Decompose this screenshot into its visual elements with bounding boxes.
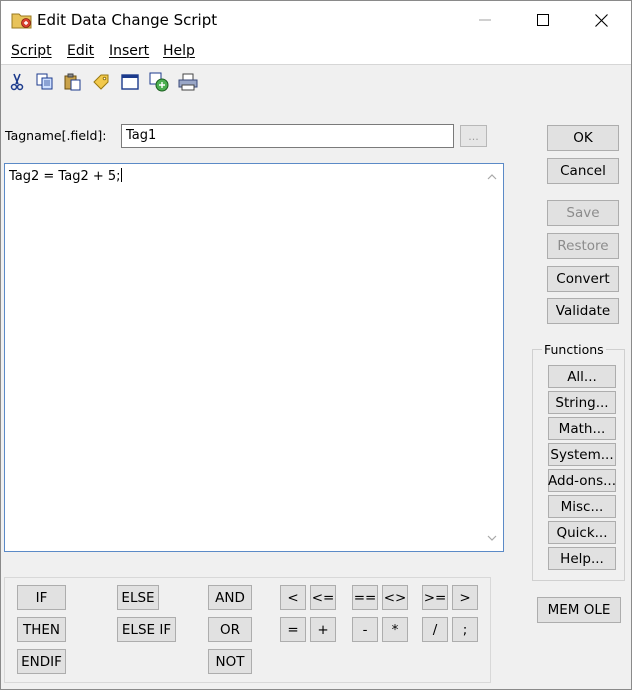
functions-addons-button[interactable]: Add-ons... (548, 469, 616, 492)
copy-button[interactable] (34, 71, 56, 93)
convert-tool-button[interactable] (148, 71, 170, 93)
keyword-then-button[interactable]: THEN (17, 617, 66, 642)
operator-ge-button[interactable]: >= (422, 585, 448, 610)
scroll-up-icon[interactable] (487, 172, 497, 182)
text-caret (120, 168, 122, 182)
scroll-down-icon[interactable] (487, 533, 497, 543)
paste-button[interactable] (62, 71, 84, 93)
mem-ole-button[interactable]: MEM OLE (537, 597, 621, 623)
edit-data-change-script-window: Edit Data Change Script Script Edit Inse… (0, 0, 632, 690)
close-button[interactable] (572, 1, 630, 39)
script-folder-icon (11, 13, 32, 29)
print-icon (178, 73, 198, 91)
cut-icon (10, 73, 24, 91)
save-button[interactable]: Save (547, 200, 619, 226)
maximize-button[interactable] (514, 1, 572, 39)
script-editor[interactable]: Tag2 = Tag2 + 5; (4, 163, 504, 552)
functions-system-button[interactable]: System... (548, 443, 616, 466)
close-icon (594, 13, 608, 27)
operator-semicolon-button[interactable]: ; (452, 617, 478, 642)
functions-all-button[interactable]: All... (548, 365, 616, 388)
operator-lt-button[interactable]: < (280, 585, 306, 610)
operator-le-button[interactable]: <= (310, 585, 336, 610)
functions-math-button[interactable]: Math... (548, 417, 616, 440)
keyword-and-button[interactable]: AND (208, 585, 252, 610)
paste-icon (64, 73, 81, 91)
operator-divide-button[interactable]: / (422, 617, 448, 642)
cut-button[interactable] (6, 71, 28, 93)
menu-bar: Script Edit Insert Help (1, 39, 631, 65)
window-icon (121, 74, 139, 90)
menu-help[interactable]: Help (163, 43, 195, 59)
tagname-input[interactable]: Tag1 (121, 124, 454, 148)
convert-icon (149, 72, 169, 92)
operator-plus-button[interactable]: + (310, 617, 336, 642)
operator-minus-button[interactable]: - (352, 617, 378, 642)
menu-script[interactable]: Script (11, 43, 52, 59)
window-title: Edit Data Change Script (37, 11, 218, 29)
restore-button[interactable]: Restore (547, 233, 619, 259)
keyword-if-button[interactable]: IF (17, 585, 66, 610)
operator-assign-button[interactable]: = (280, 617, 306, 642)
cancel-button[interactable]: Cancel (547, 158, 619, 184)
menu-edit[interactable]: Edit (67, 43, 94, 59)
minimize-button[interactable] (456, 1, 514, 39)
functions-misc-button[interactable]: Misc... (548, 495, 616, 518)
tagname-browse-button[interactable]: ... (460, 125, 487, 147)
script-text: Tag2 = Tag2 + 5; (9, 168, 122, 184)
tagname-label: Tagname[.field]: (5, 128, 107, 143)
copy-icon (36, 73, 53, 90)
find-tag-icon (93, 74, 109, 90)
keyword-not-button[interactable]: NOT (208, 649, 252, 674)
window-button[interactable] (119, 71, 141, 93)
functions-help-button[interactable]: Help... (548, 547, 616, 570)
operator-eq-button[interactable]: == (352, 585, 378, 610)
maximize-icon (537, 14, 549, 26)
keyword-else-button[interactable]: ELSE (117, 585, 159, 610)
functions-string-button[interactable]: String... (548, 391, 616, 414)
validate-button[interactable]: Validate (547, 298, 619, 324)
title-bar: Edit Data Change Script (1, 1, 631, 39)
keyword-or-button[interactable]: OR (208, 617, 252, 642)
ok-button[interactable]: OK (547, 125, 619, 151)
keyword-else-if-button[interactable]: ELSE IF (117, 617, 176, 642)
find-tag-button[interactable] (90, 71, 112, 93)
script-line: Tag2 = Tag2 + 5; (9, 169, 121, 184)
keyword-endif-button[interactable]: ENDIF (17, 649, 66, 674)
print-button[interactable] (177, 71, 199, 93)
operator-ne-button[interactable]: <> (382, 585, 408, 610)
menu-insert[interactable]: Insert (109, 43, 149, 59)
functions-group-title: Functions (542, 342, 606, 357)
operator-times-button[interactable]: * (382, 617, 408, 642)
convert-button[interactable]: Convert (547, 266, 619, 292)
operator-gt-button[interactable]: > (452, 585, 478, 610)
minimize-icon (479, 19, 491, 21)
functions-quick-button[interactable]: Quick... (548, 521, 616, 544)
